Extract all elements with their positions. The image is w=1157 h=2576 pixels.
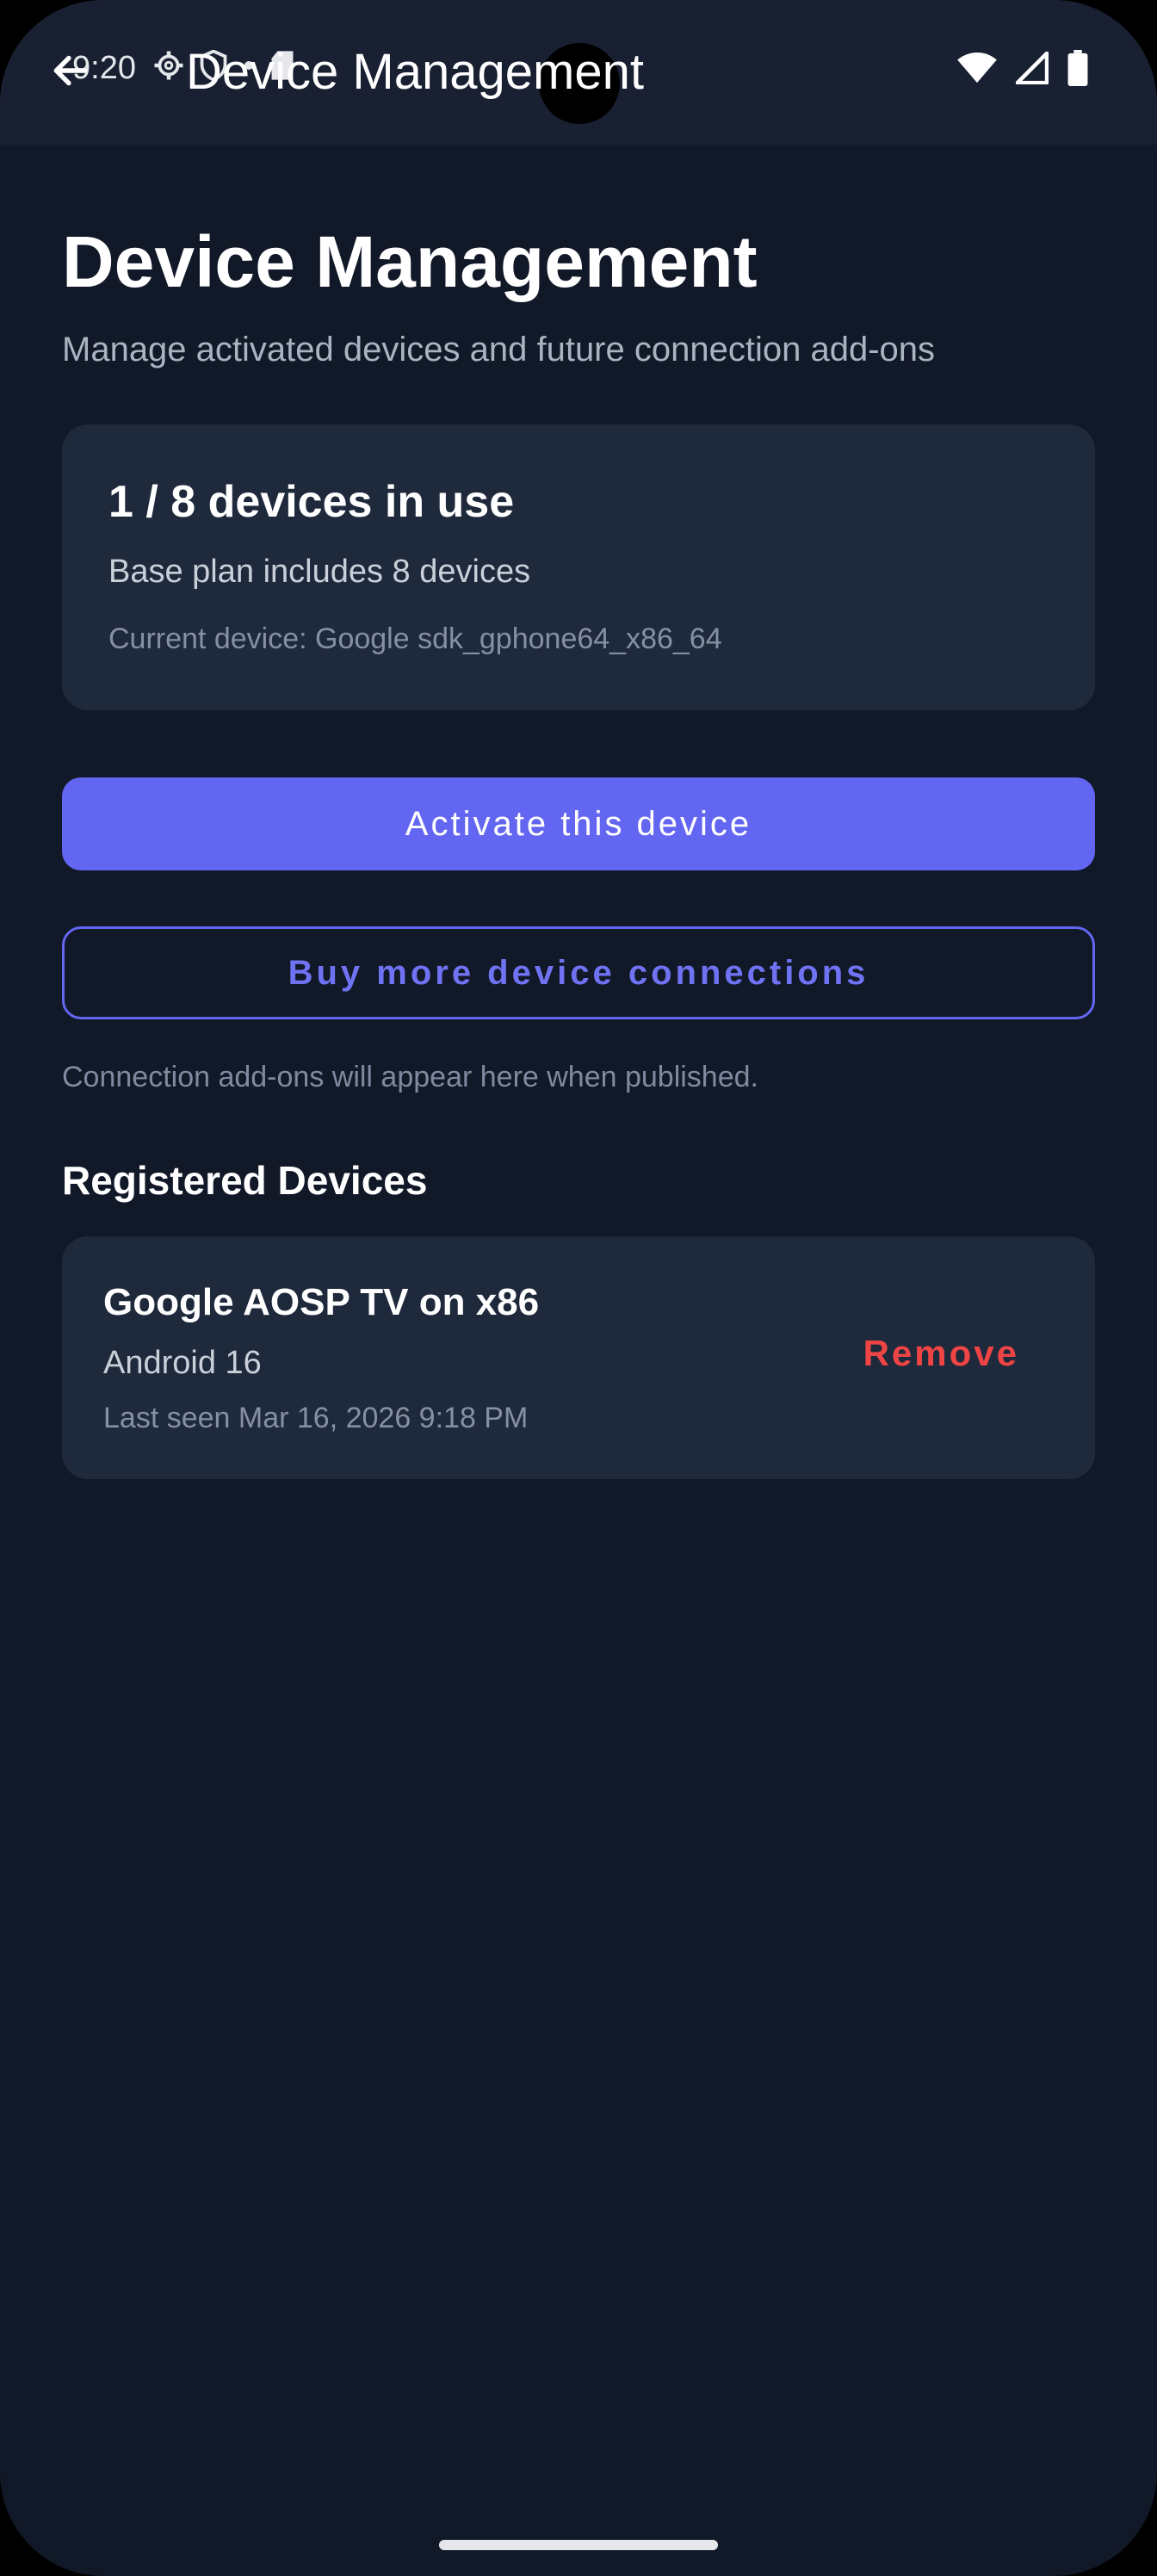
remove-device-button[interactable]: Remove [863, 1333, 1019, 1374]
home-indicator[interactable] [439, 2540, 718, 2550]
signal-icon [1015, 51, 1049, 89]
app-bar-title: Device Management [186, 44, 644, 100]
status-icons-right [957, 50, 1088, 90]
page-subtitle: Manage activated devices and future conn… [62, 331, 936, 368]
usage-heading: 1 / 8 devices in use [108, 477, 515, 527]
buy-more-connections-button[interactable]: Buy more device connections [62, 926, 1095, 1019]
device-card: Google AOSP TV on x86 Android 16 Last se… [62, 1236, 1095, 1479]
phone-screen: 9:20 Device Management Device Management… [0, 0, 1157, 2576]
usage-card: 1 / 8 devices in use Base plan includes … [62, 424, 1095, 710]
activate-device-button[interactable]: Activate this device [62, 777, 1095, 870]
gear-icon [153, 50, 184, 85]
wifi-icon [957, 52, 997, 89]
device-name: Google AOSP TV on x86 [103, 1281, 540, 1323]
back-button[interactable] [46, 48, 95, 96]
device-last-seen: Last seen Mar 16, 2026 9:18 PM [103, 1402, 529, 1434]
addons-note: Connection add-ons will appear here when… [62, 1061, 758, 1093]
plan-description: Base plan includes 8 devices [108, 554, 531, 590]
device-os: Android 16 [103, 1345, 262, 1381]
top-app-bar: 9:20 Device Management [0, 0, 1157, 145]
battery-icon [1067, 50, 1088, 90]
arrow-left-icon [49, 49, 92, 96]
current-device-label: Current device: Google sdk_gphone64_x86_… [108, 622, 722, 655]
registered-devices-heading: Registered Devices [62, 1158, 428, 1203]
page-title: Device Management [62, 221, 758, 302]
